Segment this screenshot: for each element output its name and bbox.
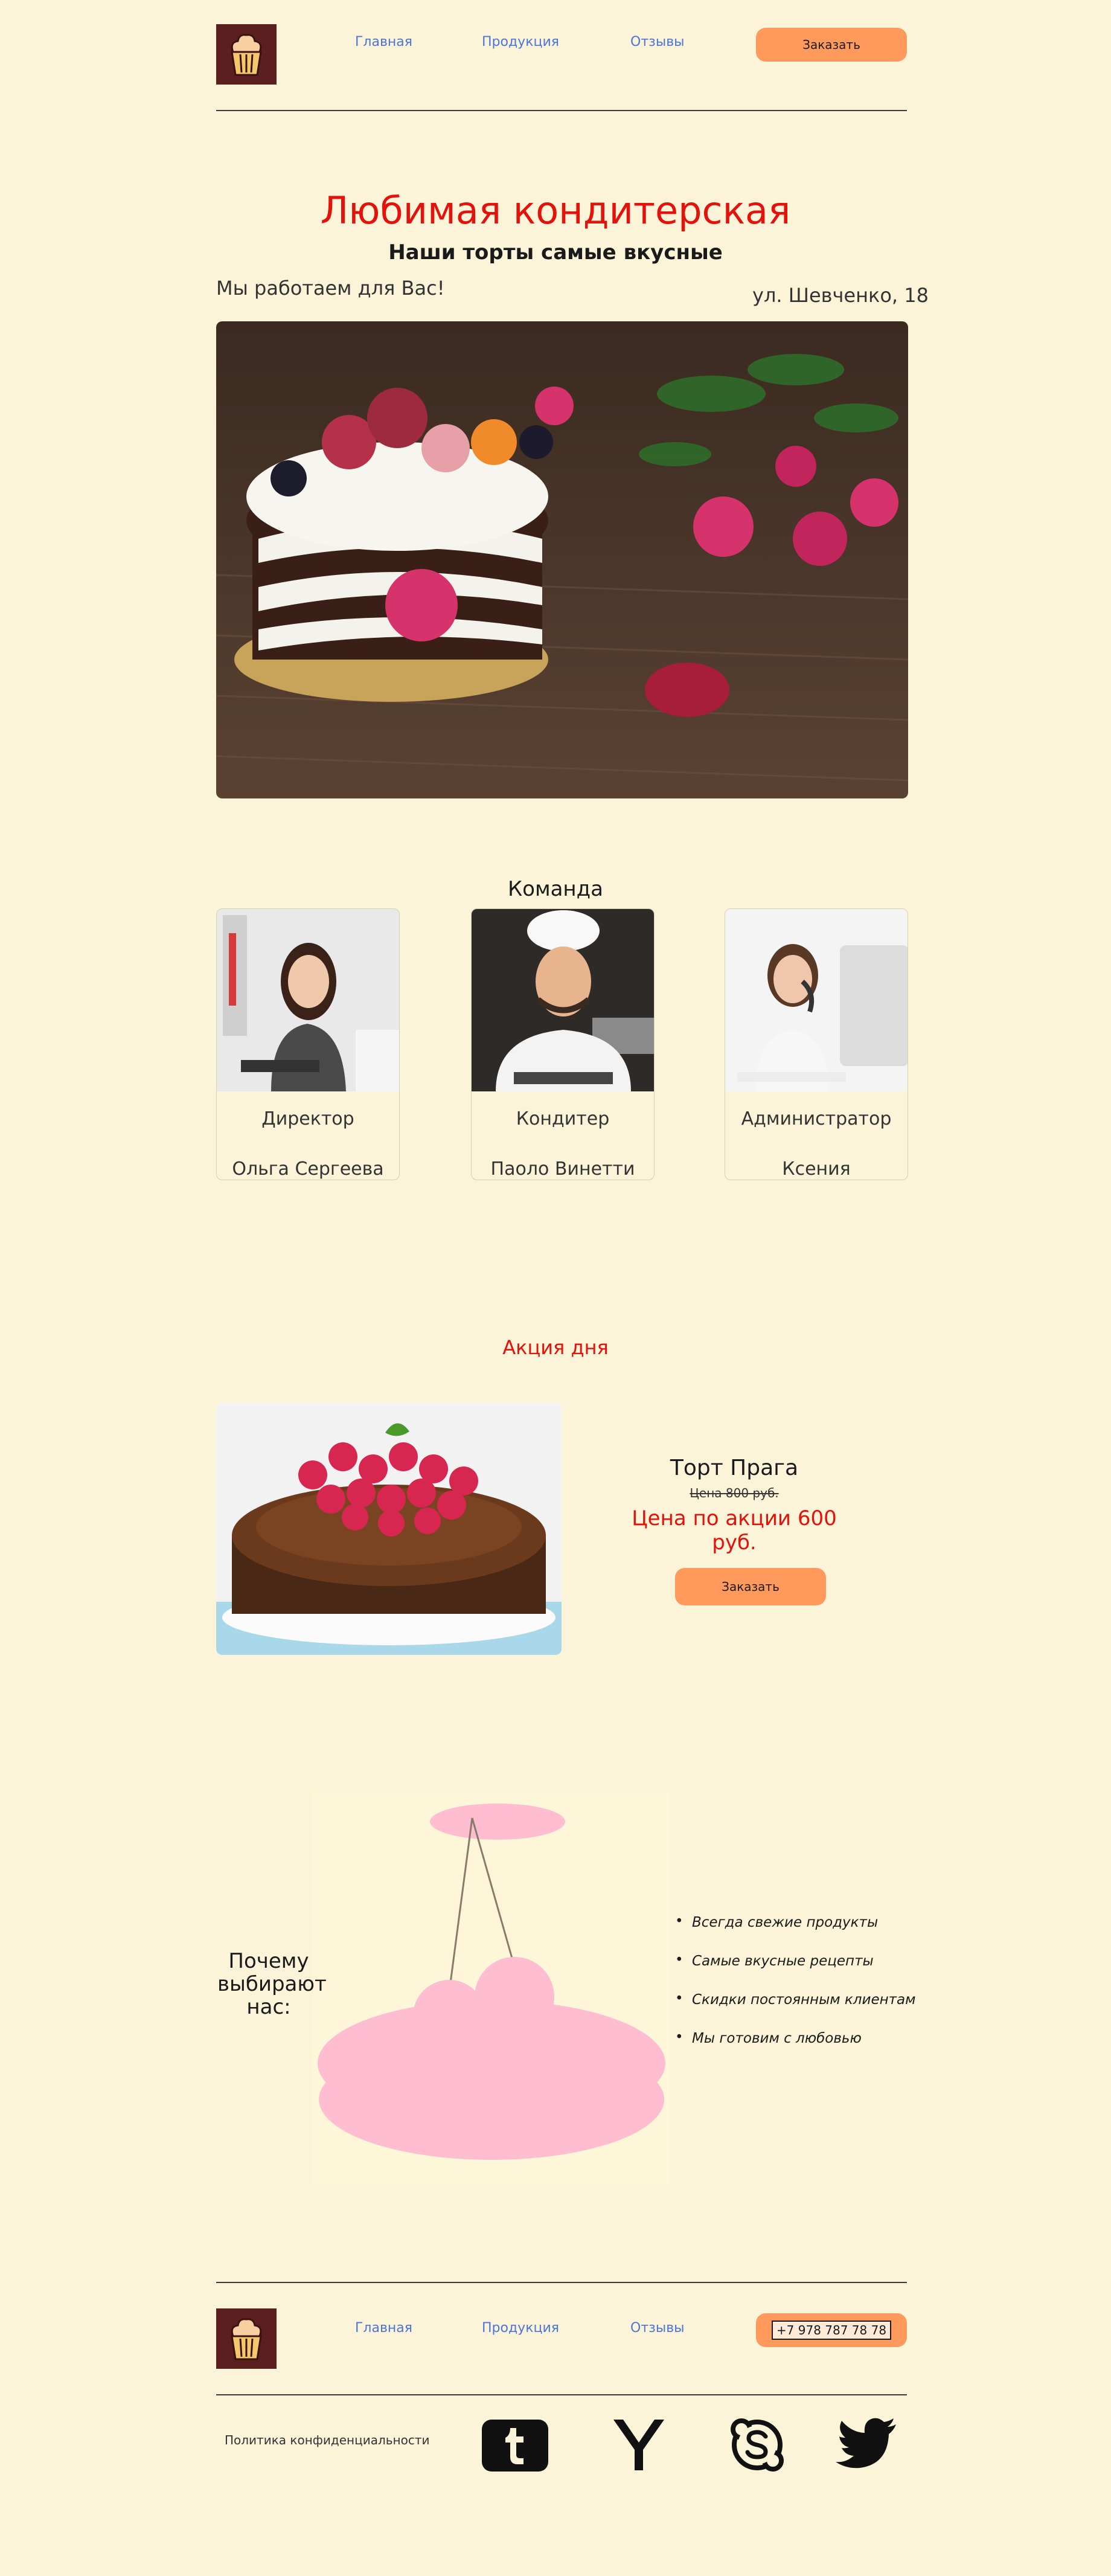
why-illustration [313,1791,669,2184]
team-role: Директор [261,1108,354,1129]
nav-home[interactable]: Главная [355,34,412,50]
yandex-icon[interactable] [609,2417,669,2472]
team-name: Паоло Винетти [490,1158,635,1180]
why-title-line: Почему [228,1949,309,1973]
team-name: Ксения Топольская [782,1158,851,1180]
promo-old-price: Цена 800 руб. [690,1486,779,1500]
footer-divider-top [216,2282,907,2283]
promo-product-name: Торт Прага [670,1456,799,1480]
team-role: Кондитер [516,1108,610,1129]
cupcake-icon [231,2318,262,2360]
nav-products[interactable]: Продукция [482,34,559,50]
cupcake-icon [231,34,262,76]
why-title-line: выбирают [217,1972,327,1996]
footer-divider-bottom [216,2394,907,2395]
why-title-line: нас: [246,1995,291,2019]
list-item: Самые вкусные рецепты [675,1952,915,1969]
footer-phone-button[interactable]: +7 978 787 78 78 [756,2313,907,2347]
footer-logo[interactable] [216,2308,277,2369]
page-title: Любимая кондитерская [320,188,791,233]
why-list: Всегда свежие продукты Самые вкусные рец… [675,1913,915,2069]
promo-cake-image [216,1402,562,1655]
cake-lid-shape [430,1804,565,1840]
logo[interactable] [216,24,277,85]
why-title: Почему выбирают нас: [217,1949,327,2019]
team-card-admin: Администратор Ксения Топольская [725,908,908,1180]
promo-order-button[interactable]: Заказать [675,1568,826,1605]
page-subtitle: Наши торты самые вкусные [388,240,723,265]
team-card-director: Директор Ольга Сергеева [216,908,400,1180]
list-item: Скидки постоянным клиентам [675,1991,915,2008]
footer-nav-home[interactable]: Главная [355,2321,412,2336]
confectioner-photo [472,909,654,1091]
header-order-button[interactable]: Заказать [756,28,907,62]
footer-nav-products[interactable]: Продукция [482,2321,559,2336]
team-title: Команда [508,877,603,901]
team-role: Администратор [741,1108,892,1129]
promo-new-price: Цена по акции 600 руб. [632,1506,837,1555]
header-divider [216,110,907,111]
footer-nav-reviews[interactable]: Отзывы [630,2321,685,2336]
privacy-policy-link[interactable]: Политика конфиденциальности [225,2433,430,2447]
list-item: Мы готовим с любовью [675,2029,915,2046]
director-photo [217,909,399,1091]
nav-reviews[interactable]: Отзывы [630,34,685,50]
team-name: Ольга Сергеева [232,1158,384,1180]
promo-title: Акция дня [502,1336,609,1359]
list-item: Всегда свежие продукты [675,1913,915,1930]
tumblr-icon[interactable] [482,2420,548,2472]
skype-icon[interactable] [728,2416,786,2474]
hero-address: ул. Шевченко, 18 [752,284,929,307]
team-card-confectioner: Кондитер Паоло Винетти [471,908,655,1180]
admin-photo [725,909,908,1091]
phone-number: +7 978 787 78 78 [771,2321,892,2340]
hero-cake-image [216,321,908,798]
hero-slogan: Мы работаем для Вас! [216,277,445,300]
twitter-icon[interactable] [836,2417,898,2472]
